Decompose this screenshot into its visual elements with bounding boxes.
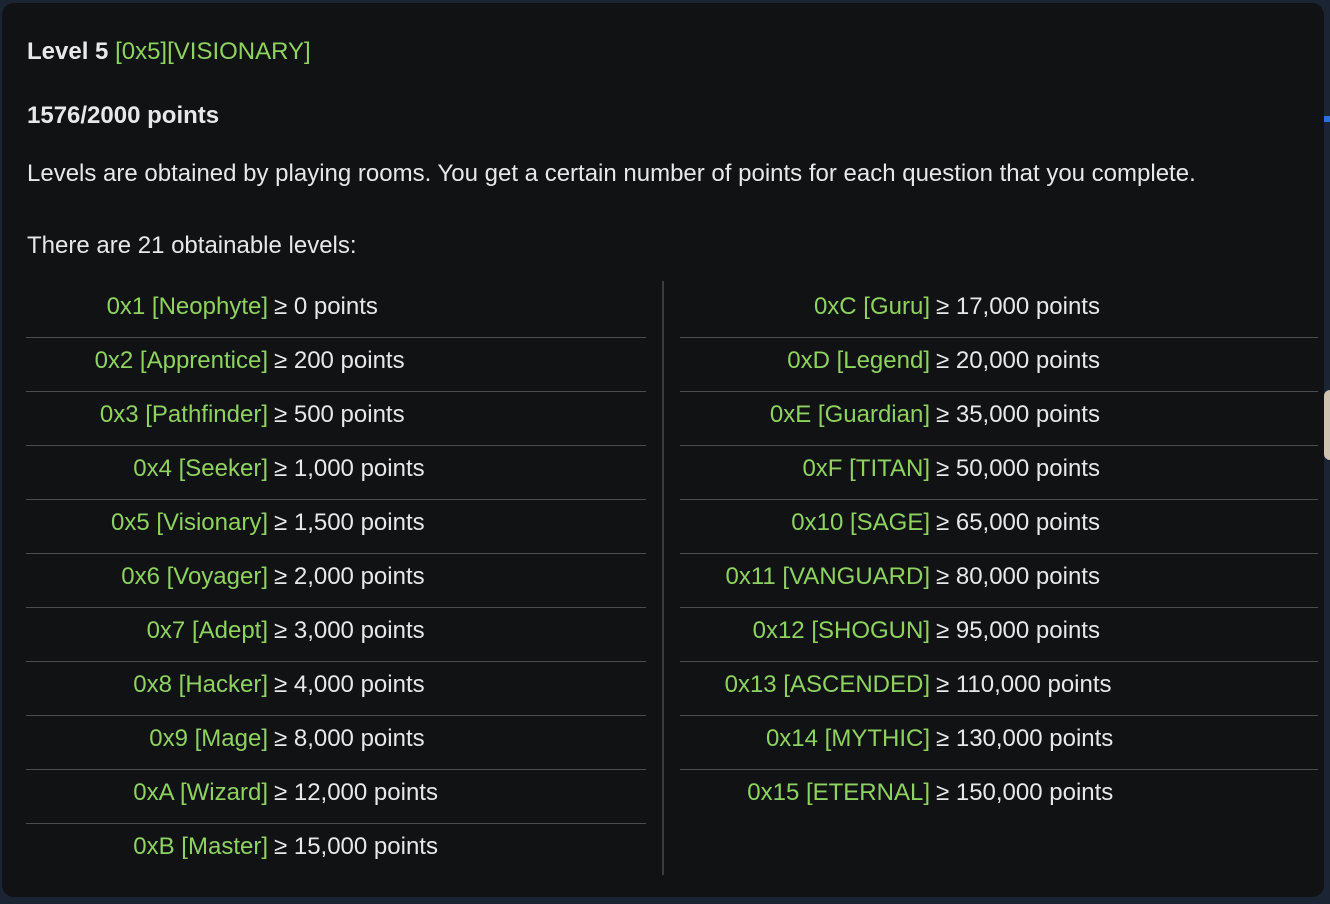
- level-requirement: ≥ 2,000 points: [274, 563, 425, 590]
- level-requirement: ≥ 1,000 points: [274, 455, 425, 482]
- level-row: 0xF [TITAN] ≥ 50,000 points: [680, 446, 1318, 500]
- level-name: 0xF [TITAN]: [802, 455, 930, 482]
- current-level-tag: [0x5][VISIONARY]: [115, 38, 311, 65]
- level-row: 0x11 [VANGUARD] ≥ 80,000 points: [680, 554, 1318, 608]
- background-element: [1324, 390, 1330, 460]
- level-name: 0x2 [Apprentice]: [94, 347, 268, 374]
- level-row: 0x5 [Visionary] ≥ 1,500 points: [26, 500, 646, 554]
- levels-list-left: 0x1 [Neophyte] ≥ 0 points 0x2 [Apprentic…: [26, 284, 646, 877]
- level-requirement: ≥ 35,000 points: [936, 401, 1100, 428]
- level-name: 0x7 [Adept]: [146, 617, 268, 644]
- level-row: 0x6 [Voyager] ≥ 2,000 points: [26, 554, 646, 608]
- level-requirement: ≥ 12,000 points: [274, 779, 438, 806]
- level-row: 0x15 [ETERNAL] ≥ 150,000 points: [680, 770, 1318, 823]
- level-requirement: ≥ 0 points: [274, 293, 378, 320]
- levels-description: Levels are obtained by playing rooms. Yo…: [27, 160, 1196, 187]
- level-requirement: ≥ 65,000 points: [936, 509, 1100, 536]
- level-row: 0x3 [Pathfinder] ≥ 500 points: [26, 392, 646, 446]
- level-name: 0x13 [ASCENDED]: [724, 671, 930, 698]
- level-name: 0x11 [VANGUARD]: [725, 563, 930, 590]
- level-name: 0x15 [ETERNAL]: [747, 779, 930, 806]
- level-requirement: ≥ 110,000 points: [936, 671, 1112, 698]
- level-row: 0x4 [Seeker] ≥ 1,000 points: [26, 446, 646, 500]
- level-row: 0x10 [SAGE] ≥ 65,000 points: [680, 500, 1318, 554]
- level-row: 0x2 [Apprentice] ≥ 200 points: [26, 338, 646, 392]
- level-name: 0x12 [SHOGUN]: [752, 617, 930, 644]
- level-name: 0x5 [Visionary]: [111, 509, 268, 536]
- level-requirement: ≥ 95,000 points: [936, 617, 1100, 644]
- level-name: 0x3 [Pathfinder]: [99, 401, 268, 428]
- level-requirement: ≥ 200 points: [274, 347, 405, 374]
- level-name: 0xC [Guru]: [813, 293, 930, 320]
- level-name: 0x14 [MYTHIC]: [765, 725, 930, 752]
- level-row: 0x9 [Mage] ≥ 8,000 points: [26, 716, 646, 770]
- level-requirement: ≥ 80,000 points: [936, 563, 1100, 590]
- level-name: 0x9 [Mage]: [149, 725, 268, 752]
- level-row: 0x1 [Neophyte] ≥ 0 points: [26, 284, 646, 338]
- level-requirement: ≥ 1,500 points: [274, 509, 425, 536]
- level-name: 0x1 [Neophyte]: [106, 293, 268, 320]
- levels-count: There are 21 obtainable levels:: [27, 232, 357, 259]
- level-requirement: ≥ 4,000 points: [274, 671, 425, 698]
- level-name: 0x8 [Hacker]: [133, 671, 268, 698]
- current-level-label: Level 5: [27, 38, 109, 65]
- level-requirement: ≥ 50,000 points: [936, 455, 1100, 482]
- level-row: 0xD [Legend] ≥ 20,000 points: [680, 338, 1318, 392]
- level-row: 0xC [Guru] ≥ 17,000 points: [680, 284, 1318, 338]
- level-row: 0x12 [SHOGUN] ≥ 95,000 points: [680, 608, 1318, 662]
- column-divider: [662, 281, 664, 875]
- level-requirement: ≥ 150,000 points: [936, 779, 1114, 806]
- level-row: 0xB [Master] ≥ 15,000 points: [26, 824, 646, 877]
- level-requirement: ≥ 130,000 points: [936, 725, 1114, 752]
- level-name: 0x4 [Seeker]: [133, 455, 268, 482]
- level-requirement: ≥ 20,000 points: [936, 347, 1100, 374]
- level-name: 0x10 [SAGE]: [791, 509, 930, 536]
- level-row: 0x14 [MYTHIC] ≥ 130,000 points: [680, 716, 1318, 770]
- level-requirement: ≥ 15,000 points: [274, 833, 438, 860]
- level-row: 0xA [Wizard] ≥ 12,000 points: [26, 770, 646, 824]
- level-requirement: ≥ 17,000 points: [936, 293, 1100, 320]
- level-requirement: ≥ 500 points: [274, 401, 405, 428]
- level-name: 0xB [Master]: [133, 833, 268, 860]
- level-row: 0x8 [Hacker] ≥ 4,000 points: [26, 662, 646, 716]
- points-progress: 1576/2000 points: [27, 102, 220, 129]
- levels-list-right: 0xC [Guru] ≥ 17,000 points 0xD [Legend] …: [680, 284, 1318, 823]
- level-name: 0xE [Guardian]: [769, 401, 930, 428]
- level-name: 0x6 [Voyager]: [121, 563, 268, 590]
- level-requirement: ≥ 3,000 points: [274, 617, 425, 644]
- level-row: 0x7 [Adept] ≥ 3,000 points: [26, 608, 646, 662]
- level-row: 0xE [Guardian] ≥ 35,000 points: [680, 392, 1318, 446]
- level-requirement: ≥ 8,000 points: [274, 725, 425, 752]
- level-name: 0xD [Legend]: [787, 347, 930, 374]
- level-row: 0x13 [ASCENDED] ≥ 110,000 points: [680, 662, 1318, 716]
- level-name: 0xA [Wizard]: [133, 779, 268, 806]
- current-level-title: Level 5 [0x5][VISIONARY]: [27, 38, 311, 66]
- levels-tooltip-panel: Level 5 [0x5][VISIONARY] 1576/2000 point…: [2, 3, 1324, 897]
